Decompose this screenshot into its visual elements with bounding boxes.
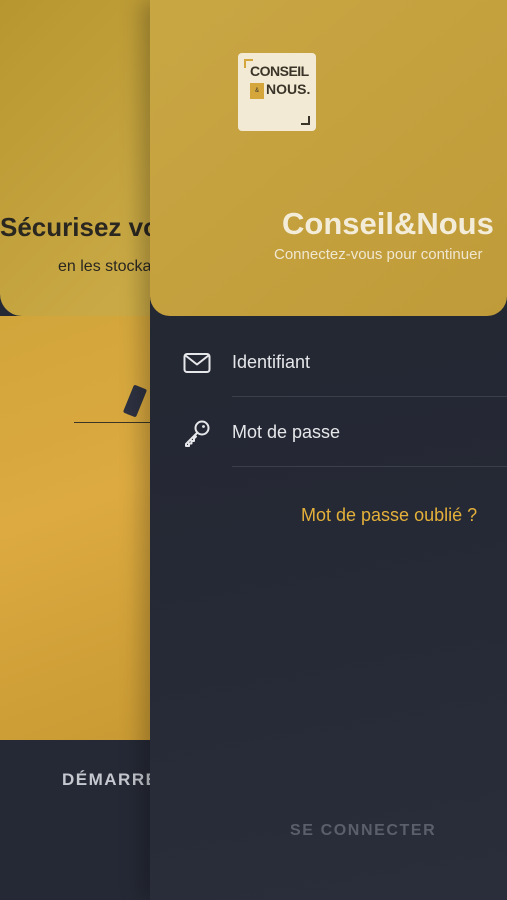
identifier-row <box>150 328 507 396</box>
mail-icon <box>182 348 212 378</box>
login-subtitle: Connectez-vous pour continuer <box>274 246 483 263</box>
app-logo: CONSEIL & NOUS. <box>238 53 316 131</box>
logo-text-line1: CONSEIL <box>250 63 309 79</box>
login-button[interactable]: SE CONNECTER <box>290 820 490 842</box>
onboarding-subtitle: en les stockant <box>58 258 150 275</box>
password-divider <box>232 466 507 467</box>
forgot-password-link[interactable]: Mot de passe oublié ? <box>301 505 477 526</box>
identifier-divider <box>232 396 507 397</box>
logo-text-line2: NOUS. <box>266 81 311 97</box>
illustration-pen <box>122 384 148 418</box>
logo-corner-bottom-right <box>301 116 310 125</box>
password-input[interactable] <box>232 398 507 466</box>
login-screen: CONSEIL & NOUS. Conseil&Nous Connectez-v… <box>150 0 507 900</box>
logo-badge: & <box>250 83 264 99</box>
onboarding-illustration-card <box>0 316 150 740</box>
login-header: CONSEIL & NOUS. Conseil&Nous Connectez-v… <box>150 0 507 316</box>
password-row <box>150 398 507 466</box>
start-button[interactable]: DÉMARRER <box>62 770 152 790</box>
app-title: Conseil&Nous <box>282 206 494 241</box>
identifier-input[interactable] <box>232 328 507 396</box>
illustration-line <box>74 422 150 423</box>
key-icon <box>182 418 212 448</box>
onboarding-headline: Sécurisez vos <box>0 212 150 242</box>
